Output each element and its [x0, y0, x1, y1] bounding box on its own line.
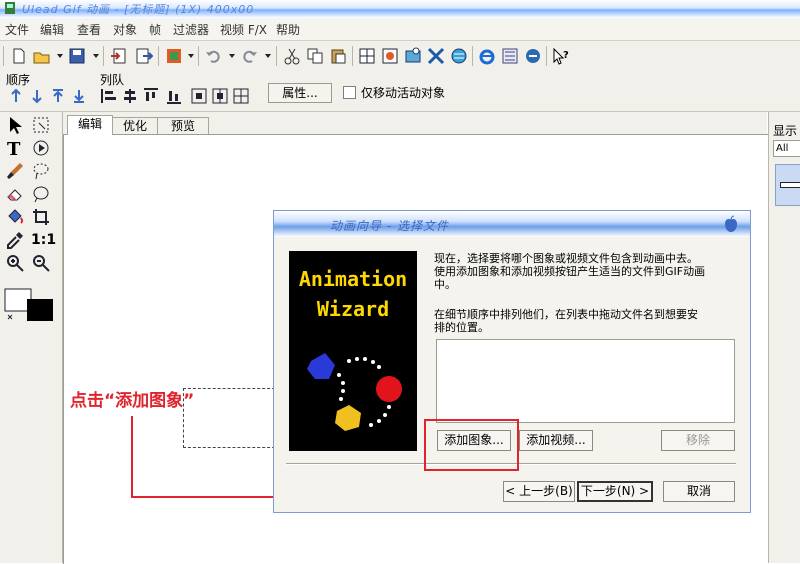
cut-icon[interactable] — [283, 47, 301, 65]
move-up-icon[interactable] — [7, 87, 25, 105]
wizard-order-line-2: 排的位置。 — [434, 321, 489, 334]
wizard-image-title-2: Wizard — [316, 297, 390, 321]
move-top-icon[interactable] — [49, 87, 67, 105]
cancel-button[interactable]: 取消 — [663, 481, 735, 502]
redo-icon[interactable] — [240, 47, 258, 65]
annotation-line-left — [131, 416, 133, 498]
menu-frame[interactable]: 帧 — [149, 21, 161, 38]
editor-tabs: 编辑 优化 预览 — [63, 112, 767, 135]
play-tool-icon[interactable] — [31, 138, 51, 158]
order-toolbar: 顺序 列队 属性... 仅移动活动对象 — [0, 71, 800, 112]
center-vertical-icon[interactable] — [211, 87, 229, 105]
wizard-title-bar: 动画向导 - 选择文件 — [274, 211, 750, 237]
optimize-icon[interactable] — [165, 47, 183, 65]
menu-video-fx[interactable]: 视频 F/X — [220, 21, 267, 38]
wizard-order-line-1: 在细节顺序中排列他们，在列表中拖动文件名到想要安 — [434, 308, 698, 321]
eyedropper-icon[interactable] — [5, 230, 25, 250]
crop-tool-icon[interactable] — [31, 207, 51, 227]
wizard-file-list[interactable] — [436, 339, 735, 423]
pointer-tool-icon[interactable] — [5, 115, 25, 135]
save-icon[interactable] — [68, 47, 86, 65]
zoom-in-icon[interactable] — [5, 253, 25, 273]
menu-view[interactable]: 查看 — [77, 21, 101, 38]
actual-size-tool[interactable]: 1:1 — [31, 232, 56, 248]
object-filter-select[interactable]: All — [773, 140, 800, 157]
only-move-active-label: 仅移动活动对象 — [361, 86, 446, 100]
align-top-icon[interactable] — [142, 87, 160, 105]
lasso-tool-icon[interactable] — [31, 161, 51, 181]
wizard-image-title-1: Animation — [298, 267, 408, 291]
color-swatches[interactable] — [3, 287, 55, 327]
wizard-desc-line-2: 使用添加图象和添加视频按钮产生适当的文件到GIF动画 — [434, 265, 706, 278]
svg-text:T: T — [7, 139, 21, 158]
object-thumbnail[interactable] — [775, 164, 800, 206]
transform-icon[interactable] — [427, 47, 445, 65]
text-tool-icon[interactable]: T — [5, 138, 25, 158]
align-center-h-icon[interactable] — [121, 87, 139, 105]
import-icon[interactable] — [110, 47, 128, 65]
marquee-tool-icon[interactable] — [31, 115, 51, 135]
eraser-tool-icon[interactable] — [5, 184, 25, 204]
window-title: Ulead Gif 动画 - [无标题] (1X) 400x00 — [22, 3, 255, 16]
menu-edit[interactable]: 编辑 — [40, 21, 64, 38]
order-label: 顺序 — [6, 73, 31, 87]
export-icon[interactable] — [135, 47, 153, 65]
back-button[interactable]: < 上一步(B) — [503, 481, 575, 502]
move-down-icon[interactable] — [28, 87, 46, 105]
remove-button[interactable]: 移除 — [661, 430, 735, 451]
copy-icon[interactable] — [306, 47, 324, 65]
align-bottom-icon[interactable] — [165, 87, 183, 105]
menu-bar: 文件 编辑 查看 对象 帧 过滤器 视频 F/X 帮助 — [0, 18, 800, 41]
paintbrush-tool-icon[interactable] — [5, 161, 25, 181]
menu-help[interactable]: 帮助 — [276, 21, 300, 38]
new-file-icon[interactable] — [10, 47, 28, 65]
svg-text:?: ? — [563, 50, 569, 61]
wizard-illustration: Animation Wizard — [289, 251, 417, 451]
wizard-desc-line-3: 中。 — [434, 278, 456, 291]
properties-icon[interactable] — [381, 47, 399, 65]
annotation-text: 点击“添加图象” — [70, 391, 195, 411]
menu-file[interactable]: 文件 — [5, 21, 29, 38]
ie-icon[interactable] — [478, 47, 496, 65]
app-icon — [5, 2, 15, 14]
add-video-button[interactable]: 添加视频... — [519, 430, 593, 451]
wizard-desc-line-1: 现在，选择要将哪个图象或视频文件包含到动画中去。 — [434, 252, 698, 265]
move-bottom-icon[interactable] — [70, 87, 88, 105]
animation-wizard-dialog: 动画向导 - 选择文件 Animation Wizard 现在，选择要将哪个图象… — [273, 210, 751, 513]
preview-icon[interactable] — [501, 47, 519, 65]
tool-palette: T 1:1 — [0, 112, 63, 563]
tab-optimize[interactable]: 优化 — [112, 117, 158, 135]
center-both-icon[interactable] — [232, 87, 250, 105]
object-panel: 显示 All — [768, 112, 800, 563]
apple-icon — [725, 215, 737, 232]
object-panel-title: 显示 — [773, 124, 798, 138]
next-button[interactable]: 下一步(N) > — [577, 481, 653, 502]
undo-icon[interactable] — [205, 47, 223, 65]
zoom-out-icon[interactable] — [31, 253, 51, 273]
title-bar: Ulead Gif 动画 - [无标题] (1X) 400x00 — [0, 0, 800, 18]
annotation-highlight-box — [424, 419, 519, 471]
frame-list-icon[interactable] — [358, 47, 376, 65]
web-icon[interactable] — [524, 47, 542, 65]
properties-button[interactable]: 属性... — [268, 83, 332, 103]
tab-edit[interactable]: 编辑 — [67, 115, 113, 135]
open-folder-icon[interactable] — [33, 47, 51, 65]
wizard-icon[interactable] — [404, 47, 422, 65]
center-horizontal-icon[interactable] — [190, 87, 208, 105]
queue-label: 列队 — [100, 73, 125, 87]
main-toolbar: ? — [0, 41, 800, 72]
paste-icon[interactable] — [329, 47, 347, 65]
canvas-selection — [183, 388, 280, 448]
globe-icon[interactable] — [450, 47, 468, 65]
ellipse-select-icon[interactable] — [31, 184, 51, 204]
only-move-active-checkbox[interactable] — [343, 86, 356, 99]
tab-preview[interactable]: 预览 — [157, 117, 209, 135]
align-left-icon[interactable] — [100, 87, 118, 105]
context-help-icon[interactable]: ? — [552, 47, 570, 65]
wizard-shapes-icon — [307, 353, 402, 431]
paint-bucket-icon[interactable] — [5, 207, 25, 227]
menu-object[interactable]: 对象 — [113, 21, 137, 38]
menu-filter[interactable]: 过滤器 — [173, 21, 209, 38]
wizard-title: 动画向导 - 选择文件 — [330, 219, 449, 233]
